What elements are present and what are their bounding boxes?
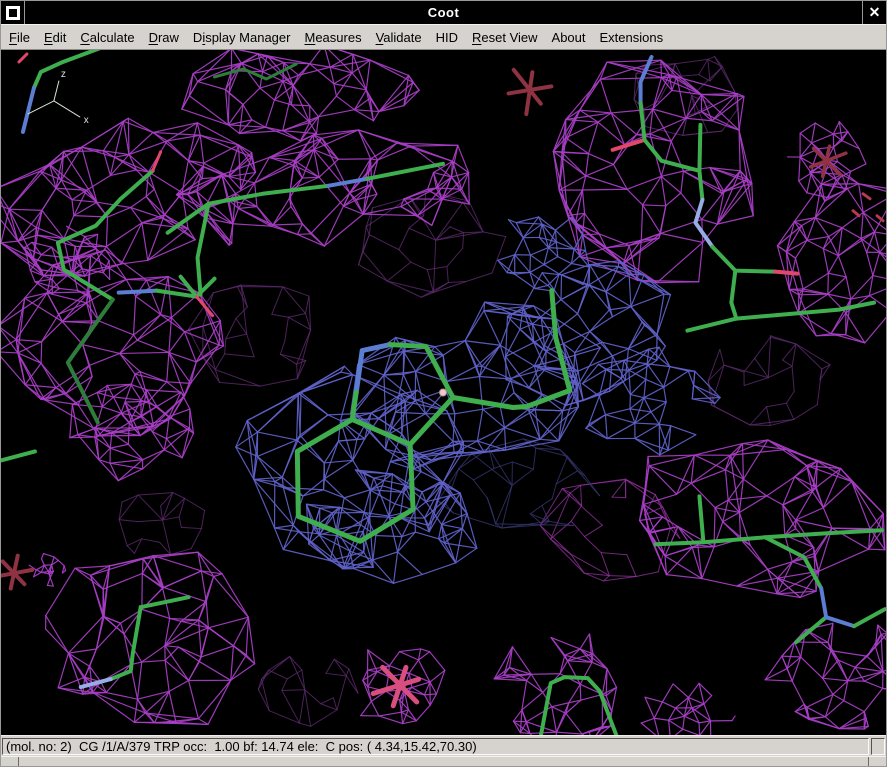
menu-item-measures[interactable]: Measures bbox=[297, 30, 368, 45]
close-icon: ✕ bbox=[869, 1, 881, 24]
window-menu-button[interactable] bbox=[1, 1, 25, 24]
status-resize-grip[interactable] bbox=[871, 738, 885, 755]
menu-item-about[interactable]: About bbox=[545, 30, 593, 45]
close-button[interactable]: ✕ bbox=[862, 1, 886, 24]
svg-text:z: z bbox=[61, 69, 66, 80]
window-resize-bar[interactable] bbox=[1, 756, 886, 766]
coot-window: Coot ✕ FileEditCalculateDrawDisplay Mana… bbox=[0, 0, 887, 767]
menu-item-draw[interactable]: Draw bbox=[142, 30, 186, 45]
menu-item-extensions[interactable]: Extensions bbox=[593, 30, 671, 45]
statusbar: (mol. no: 2) CG /1/A/379 TRP occ: 1.00 b… bbox=[1, 735, 886, 756]
menu-item-reset-view[interactable]: Reset View bbox=[465, 30, 545, 45]
resize-notch-right bbox=[868, 757, 869, 766]
menu-item-calculate[interactable]: Calculate bbox=[73, 30, 141, 45]
menu-item-display-manager[interactable]: Display Manager bbox=[186, 30, 298, 45]
window-title: Coot bbox=[25, 1, 862, 24]
svg-text:x: x bbox=[84, 115, 89, 126]
gl-canvas: zx bbox=[1, 50, 886, 735]
status-text: (mol. no: 2) CG /1/A/379 TRP occ: 1.00 b… bbox=[2, 738, 869, 755]
menubar: FileEditCalculateDrawDisplay ManagerMeas… bbox=[1, 24, 886, 50]
gl-viewport[interactable]: zx bbox=[1, 50, 886, 735]
density-mesh-far bbox=[119, 57, 830, 727]
menu-item-file[interactable]: File bbox=[2, 30, 37, 45]
resize-notch-left bbox=[18, 757, 19, 766]
menu-item-hid[interactable]: HID bbox=[429, 30, 465, 45]
window-menu-icon bbox=[6, 6, 20, 20]
menu-item-validate[interactable]: Validate bbox=[369, 30, 429, 45]
rotation-center-dot bbox=[440, 389, 447, 396]
menu-item-edit[interactable]: Edit bbox=[37, 30, 73, 45]
titlebar: Coot ✕ bbox=[1, 1, 886, 24]
